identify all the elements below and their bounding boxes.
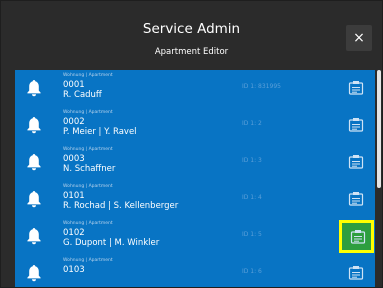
close-button[interactable]: ×	[346, 25, 372, 51]
apartment-type-label: Wohnung | Apartment	[63, 258, 113, 263]
apartment-id: ID 1: 3	[242, 157, 262, 164]
apartment-number: 0102	[63, 228, 85, 238]
apartment-info: Wohnung | Apartment 0003 N. Schaffner	[53, 144, 329, 181]
apartment-id: ID 1: 831995	[242, 83, 281, 90]
apartment-info: Wohnung | Apartment 0103	[53, 255, 329, 287]
resident-names: R. Rochad | S. Kellenberger	[63, 201, 179, 211]
resident-names: N. Schaffner	[63, 164, 116, 174]
bell-icon[interactable]	[15, 144, 53, 181]
apartment-number: 0002	[63, 117, 85, 127]
apartment-id: ID 1: 6	[242, 268, 262, 275]
apartment-info: Wohnung | Apartment 0002 P. Meier | Y. Rav…	[53, 107, 329, 144]
edit-apartment-button[interactable]	[339, 220, 374, 253]
apartment-list[interactable]: Wohnung | Apartment 0001 R. Caduff ID 1: 83…	[15, 70, 375, 287]
apartment-row[interactable]: Wohnung | Apartment 0103 ID 1: 6	[15, 255, 375, 287]
apartment-number: 0103	[63, 265, 85, 275]
bell-icon[interactable]	[15, 70, 53, 107]
edit-apartment-button[interactable]	[337, 144, 375, 181]
apartment-id: ID 1: 5	[242, 231, 262, 238]
apartment-row[interactable]: Wohnung | Apartment 0101 R. Rochad | S. Ke…	[15, 181, 375, 218]
close-icon: ×	[353, 30, 365, 46]
apartment-number: 0101	[63, 191, 85, 201]
apartment-info: Wohnung | Apartment 0001 R. Caduff	[53, 70, 329, 107]
scrollbar[interactable]	[377, 70, 381, 188]
apartment-type-label: Wohnung | Apartment	[63, 147, 113, 152]
apartment-id: ID 1: 4	[242, 194, 262, 201]
bell-icon[interactable]	[15, 218, 53, 255]
bell-icon[interactable]	[15, 107, 53, 144]
apartment-row[interactable]: Wohnung | Apartment 0003 N. Schaffner ID 1:…	[15, 144, 375, 181]
resident-names: P. Meier | Y. Ravel	[63, 127, 137, 137]
apartment-row[interactable]: Wohnung | Apartment 0102 G. Dupont | M. Wi…	[15, 218, 375, 255]
apartment-type-label: Wohnung | Apartment	[63, 221, 113, 226]
apartment-info: Wohnung | Apartment 0101 R. Rochad | S. Ke…	[53, 181, 329, 218]
apartment-number: 0003	[63, 154, 85, 164]
edit-card-icon	[342, 223, 371, 250]
dialog-subtitle: Apartment Editor	[154, 47, 229, 57]
apartment-type-label: Wohnung | Apartment	[63, 110, 113, 115]
apartment-row[interactable]: Wohnung | Apartment 0001 R. Caduff ID 1: 83…	[15, 70, 375, 107]
edit-apartment-button[interactable]	[337, 181, 375, 218]
apartment-type-label: Wohnung | Apartment	[63, 184, 113, 189]
apartment-info: Wohnung | Apartment 0102 G. Dupont | M. Wi…	[53, 218, 329, 255]
dialog-title: Service Admin	[142, 21, 241, 37]
apartment-row[interactable]: Wohnung | Apartment 0002 P. Meier | Y. Rav…	[15, 107, 375, 144]
bell-icon[interactable]	[15, 181, 53, 218]
edit-apartment-button[interactable]	[337, 70, 375, 107]
resident-names: R. Caduff	[63, 90, 102, 100]
edit-apartment-button[interactable]	[337, 107, 375, 144]
apartment-id: ID 1: 2	[242, 120, 262, 127]
apartment-type-label: Wohnung | Apartment	[63, 73, 113, 78]
resident-names: G. Dupont | M. Winkler	[63, 238, 160, 248]
dialog-header: Service Admin Apartment Editor ×	[1, 1, 382, 63]
bell-icon[interactable]	[15, 255, 53, 287]
service-admin-dialog: Service Admin Apartment Editor × Wohnung…	[0, 0, 383, 288]
apartment-number: 0001	[63, 80, 85, 90]
edit-apartment-button[interactable]	[337, 255, 375, 287]
